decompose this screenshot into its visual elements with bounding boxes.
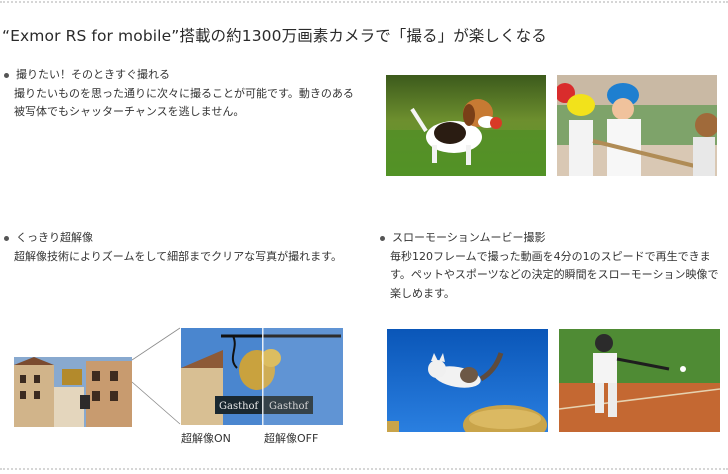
- baseball-batter-photo: [559, 329, 720, 432]
- feature-heading: スローモーションムービー撮影: [392, 231, 546, 244]
- feature-body: 超解像技術によりズームをして細部までクリアな写真が撮れます。: [14, 249, 343, 263]
- feature-body: 毎秒120フレームで撮った動画を4分の1のスピードで再生できます。ペットやスポー…: [390, 249, 719, 300]
- bullet-icon: [4, 72, 9, 78]
- caption-super-resolution-on: 超解像ON: [181, 432, 231, 445]
- feature-heading: くっきり超解像: [16, 231, 93, 244]
- dog-photo: [386, 75, 546, 176]
- bottom-dotted-rule: [0, 468, 728, 470]
- bullet-icon: [4, 235, 9, 241]
- feature-continuous-shooting: 撮りたい！そのときすぐ撮れる 撮りたいものを思った通りに次々に撮ることが可能です…: [2, 66, 364, 122]
- cat-jump-photo: [387, 329, 548, 432]
- feature-body: 撮りたいものを思った通りに次々に撮ることが可能です。動きのある被写体でもシャッタ…: [14, 86, 354, 119]
- kids-tug-of-war-photo: [557, 75, 717, 176]
- caption-super-resolution-off: 超解像OFF: [264, 432, 319, 445]
- feature-heading: 撮りたい！そのときすぐ撮れる: [16, 68, 170, 81]
- bullet-icon: [380, 235, 385, 241]
- zoom-connector-lines: [132, 327, 181, 425]
- top-dotted-rule: [0, 1, 728, 3]
- zoomed-sign-photo: Gasthof Gasthof: [181, 328, 343, 425]
- page-title: “Exmor RS for mobile”搭載の約1300万画素カメラで「撮る」…: [2, 27, 547, 45]
- feature-super-resolution: くっきり超解像 超解像技術によりズームをして細部までクリアな写真が撮れます。: [2, 229, 364, 266]
- svg-text:Gasthof: Gasthof: [219, 401, 260, 412]
- old-town-photo: [14, 357, 132, 427]
- feature-slow-motion: スローモーションムービー撮影 毎秒120フレームで撮った動画を4分の1のスピード…: [378, 229, 728, 303]
